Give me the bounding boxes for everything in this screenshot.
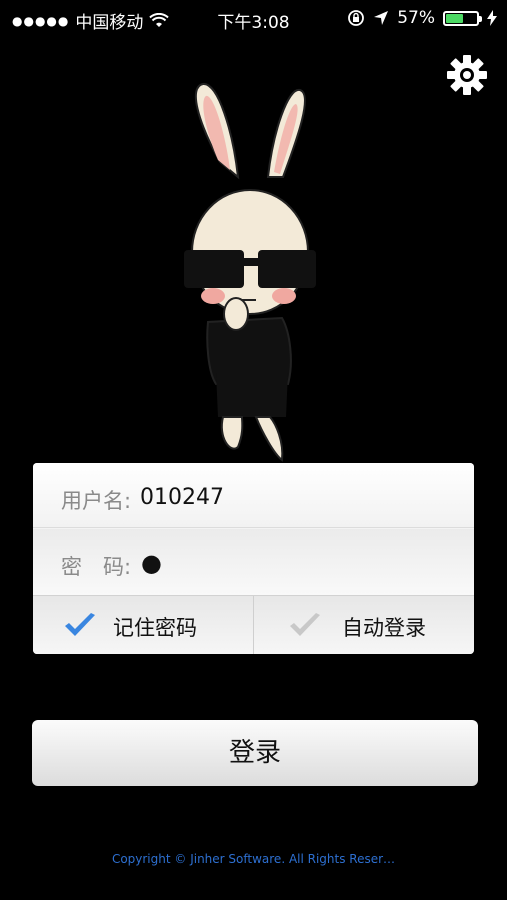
username-field[interactable]: 010247	[140, 485, 224, 510]
password-label: 密 码:	[61, 555, 132, 579]
auto-login-toggle[interactable]: 自动登录	[254, 596, 474, 654]
status-right: 57%	[347, 8, 497, 28]
remember-password-label: 记住密码	[113, 616, 197, 640]
remember-password-toggle[interactable]: 记住密码	[33, 596, 254, 654]
auto-login-label: 自动登录	[342, 616, 426, 640]
login-options: 记住密码 自动登录	[33, 596, 474, 654]
bunny-mascot-image	[184, 83, 316, 462]
charging-bolt-icon	[487, 10, 497, 26]
password-row[interactable]: 密 码: ●	[33, 529, 474, 596]
status-bar: ●●●●● 中国移动 下午3:08 57%	[0, 0, 507, 36]
password-field[interactable]: ●	[141, 549, 162, 577]
battery-fill	[446, 13, 464, 23]
battery-icon	[443, 10, 482, 26]
username-label: 用户名:	[61, 489, 132, 513]
orientation-lock-icon	[348, 10, 365, 26]
username-row[interactable]: 用户名: 010247	[33, 463, 474, 528]
login-button[interactable]: 登录	[32, 720, 478, 786]
checkmark-icon	[290, 613, 320, 636]
gear-icon[interactable]	[446, 54, 488, 96]
location-arrow-icon	[374, 11, 389, 25]
copyright-text: Copyright © Jinher Software. All Rights …	[111, 852, 396, 866]
battery-percent: 57%	[397, 8, 435, 28]
login-card: 用户名: 010247 密 码: ● 记住密码 自动登录	[33, 463, 474, 654]
checkmark-icon	[65, 613, 95, 636]
